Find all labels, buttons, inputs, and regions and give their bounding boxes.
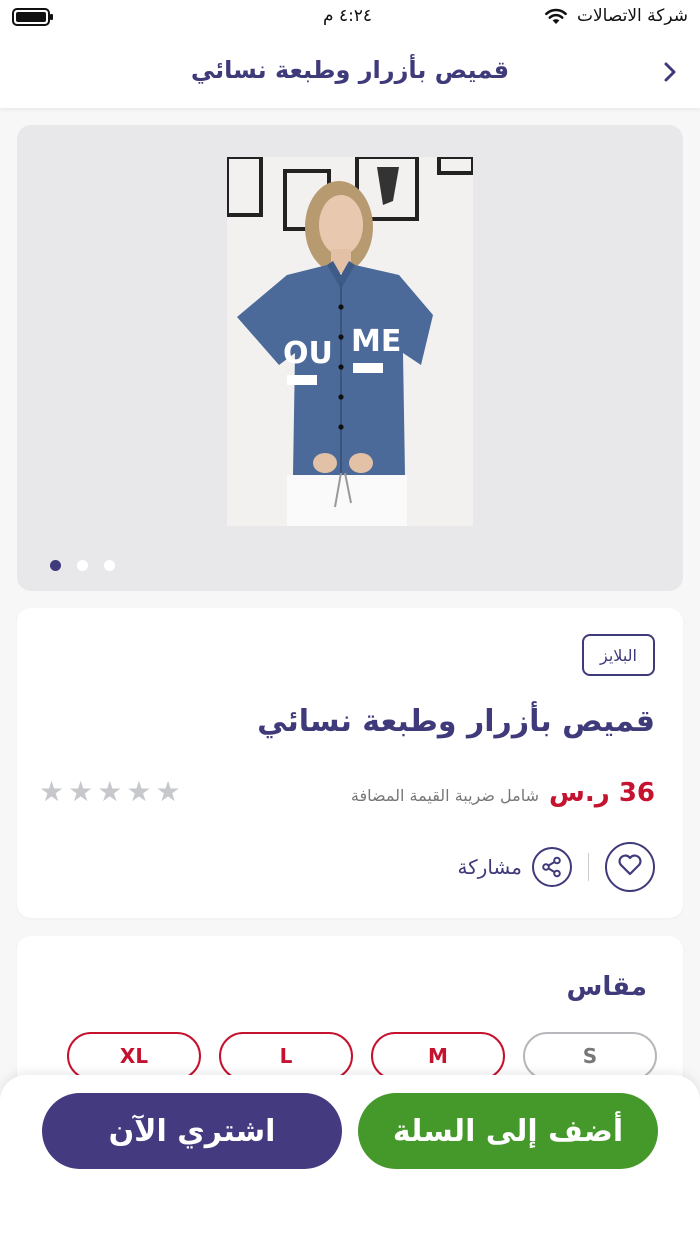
status-bar: شركة الاتصالات ٤:٢٤ م (0, 0, 700, 38)
size-heading: مقاس (566, 972, 647, 1002)
heart-icon (617, 853, 643, 881)
chevron-right-icon[interactable] (656, 58, 684, 86)
page-title: قميص بأزرار وطبعة نسائي (190, 56, 510, 84)
clock-time: ٤:٢٤ م (323, 6, 373, 26)
product-gallery[interactable]: OU ME (17, 125, 683, 591)
svg-text:ME: ME (351, 324, 401, 359)
carrier-name: شركة الاتصالات (576, 6, 688, 26)
wifi-icon (544, 6, 568, 30)
star-icon: ★ (39, 775, 65, 808)
vat-note: شامل ضريبة القيمة المضافة (350, 786, 540, 805)
nav-header: قميص بأزرار وطبعة نسائي (0, 38, 700, 108)
price-row: 36 ر.س شامل ضريبة القيمة المضافة (351, 778, 655, 808)
pagination-dot[interactable] (77, 560, 88, 571)
product-price: 36 ر.س (549, 778, 655, 808)
pagination-dot-active[interactable] (50, 560, 61, 571)
star-icon: ★ (68, 775, 94, 808)
share-button[interactable]: مشاركة (457, 847, 572, 887)
buy-now-button[interactable]: اشتري الآن (42, 1093, 342, 1169)
bottom-action-bar: أضف إلى السلة اشتري الآن (0, 1075, 700, 1244)
product-title: قميص بأزرار وطبعة نسائي (257, 704, 655, 739)
gallery-pagination (50, 560, 115, 571)
star-icon: ★ (97, 775, 123, 808)
actions-divider (588, 853, 589, 881)
battery-icon (12, 8, 53, 26)
favorite-button[interactable] (605, 842, 655, 892)
category-badge[interactable]: البلايز (582, 634, 655, 676)
share-label: مشاركة (457, 855, 522, 879)
product-actions: مشاركة (457, 842, 655, 892)
svg-text:OU: OU (283, 336, 333, 371)
product-image: OU ME (225, 155, 475, 526)
star-icon: ★ (155, 775, 181, 808)
size-option-m[interactable]: M (371, 1032, 505, 1080)
star-icon: ★ (126, 775, 152, 808)
rating-stars[interactable]: ★ ★ ★ ★ ★ (39, 778, 181, 806)
size-option-xl[interactable]: XL (67, 1032, 201, 1080)
size-option-l[interactable]: L (219, 1032, 353, 1080)
size-option-s[interactable]: S (523, 1032, 657, 1080)
share-icon (532, 847, 572, 887)
add-to-cart-button[interactable]: أضف إلى السلة (358, 1093, 658, 1169)
product-info-card: البلايز قميص بأزرار وطبعة نسائي 36 ر.س ش… (17, 608, 683, 918)
pagination-dot[interactable] (104, 560, 115, 571)
